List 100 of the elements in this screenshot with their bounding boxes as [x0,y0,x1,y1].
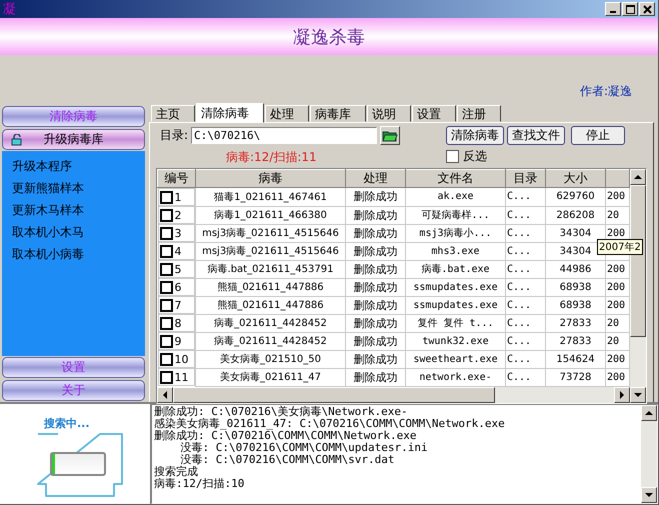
table-cell: 20 [607,336,620,346]
table-cell: 7 [174,298,182,312]
window-title: 凝 [3,1,16,18]
column-header[interactable]: 编号 [158,170,196,188]
table-cell: C... [507,246,532,256]
tab[interactable]: 说明 [367,105,411,122]
log-scrollbar[interactable] [641,405,657,503]
tab[interactable]: 病毒库 [310,105,366,122]
column-header[interactable]: 文件名 [406,170,506,188]
sidebar-section[interactable]: 升级病毒库 [2,129,145,150]
column-header[interactable]: 处理 [346,170,406,188]
table-cell: 删除成功 [354,298,398,312]
table-cell: 27833 [560,318,592,328]
invert-checkbox[interactable] [446,150,459,163]
directory-label: 目录: [160,127,188,144]
table-cell: msj3病毒_021611_4515646 [202,228,339,239]
log-line: 没毒: C:\070216\COMM\COMM\svr.dat [180,454,395,466]
table-cell: 病毒.bat_021611_453791 [208,264,334,275]
tab[interactable]: 主页 [151,105,195,122]
log-line: 删除成功: C:\070216\COMM\COMM\Network.exe [154,430,418,442]
tab[interactable]: 处理 [265,105,309,122]
table-cell: 熊猫_021611_447886 [217,282,324,293]
directory-field[interactable]: C:\070216\ [191,127,378,144]
sidebar-item[interactable]: 更新熊猫样本 [2,177,84,199]
row-checkbox[interactable] [160,244,172,258]
table-cell: 删除成功 [354,316,398,330]
tab[interactable]: 设置 [412,105,456,122]
table-cell: 20 [607,318,620,328]
table-cell: 删除成功 [354,370,398,384]
row-checkbox[interactable] [160,298,172,312]
table-cell: 200 [607,300,626,310]
table-cell: network.exe- [419,372,492,382]
table-cell: C... [507,191,532,202]
column-header[interactable]: 大小 [546,170,606,188]
table-cell: 68938 [560,282,592,292]
table-cell: 美女病毒_021510_50 [220,354,321,365]
scan-status: 病毒:12/扫描:11 [226,149,318,166]
tooltip: 2007年2 [597,239,643,255]
table-cell: C... [507,282,532,292]
table-cell: ak.exe [437,191,474,202]
row-checkbox[interactable] [160,352,172,366]
log-line: 没毒: C:\070216\COMM\COMM\updatesr.ini [179,442,429,454]
table-cell: msj3病毒小... [419,228,492,239]
table-cell: 复件 复件 t... [417,318,494,329]
table-cell: 6 [174,280,182,294]
invert-label: 反选 [463,148,487,165]
row-checkbox[interactable] [160,280,172,294]
table-cell: 可疑病毒样... [421,210,490,221]
row-checkbox[interactable] [160,208,172,222]
table-cell: 5 [174,262,182,276]
minimize-button[interactable] [605,2,621,16]
column-header[interactable]: 病毒 [196,170,346,188]
row-checkbox[interactable] [160,190,172,204]
table-cell: C... [507,264,532,274]
row-checkbox[interactable] [160,370,172,384]
browse-button[interactable] [380,126,400,145]
column-header[interactable]: 目录 [506,170,546,188]
close-icon [642,4,652,14]
table-cell: 34304 [560,228,592,238]
table-cell: C... [507,372,532,382]
tab[interactable]: 注册 [457,105,501,122]
sidebar-item[interactable]: 更新木马样本 [2,199,84,221]
close-button[interactable] [639,2,655,16]
row-checkbox[interactable] [160,262,172,276]
row-checkbox[interactable] [160,316,172,330]
table-cell: 删除成功 [354,262,398,276]
table-cell: 3 [174,226,182,240]
table-cell: 病毒_021611_4428452 [214,336,327,347]
table-cell: 200 [607,354,626,364]
table-cell: 286208 [556,210,595,220]
table-cell: 删除成功 [354,190,398,204]
horizontal-scrollbar[interactable] [157,386,630,402]
table-cell: sweetheart.exe [413,354,498,364]
table-cell: 删除成功 [354,244,398,258]
row-checkbox[interactable] [160,226,172,240]
table-cell: 10 [174,352,188,366]
table-cell: 11 [174,370,188,384]
sidebar-item[interactable]: 取本机小病毒 [2,243,84,265]
sidebar-item[interactable]: 取本机小木马 [2,221,84,243]
maximize-button[interactable] [622,2,638,16]
table-cell: 删除成功 [354,280,398,294]
scroll-thumb[interactable] [173,386,495,402]
log-line: 感染美女病毒_021611_47: C:\070216\COMM\COMM\Network.exe [154,418,506,430]
log-box[interactable] [151,404,658,504]
table-cell: 猫毒1_021611_467461 [214,192,327,203]
table-cell: C... [507,210,532,220]
table-cell: C... [507,336,532,346]
action-button[interactable]: 清除病毒 [446,126,504,145]
table-cell: 154624 [556,354,595,364]
table-cell: 34304 [560,246,592,256]
table-cell: 2 [174,208,182,222]
row-checkbox[interactable] [160,334,172,348]
table-cell: C... [507,228,532,238]
table-cell: C... [507,300,532,310]
tab[interactable]: 清除病毒 [196,103,264,123]
sidebar-item[interactable]: 升级本程序 [2,155,72,177]
action-button[interactable]: 停止 [571,126,625,145]
table-cell: twunk32.exe [422,336,489,346]
action-button[interactable]: 查找文件 [507,126,565,145]
column-header[interactable] [606,170,630,188]
